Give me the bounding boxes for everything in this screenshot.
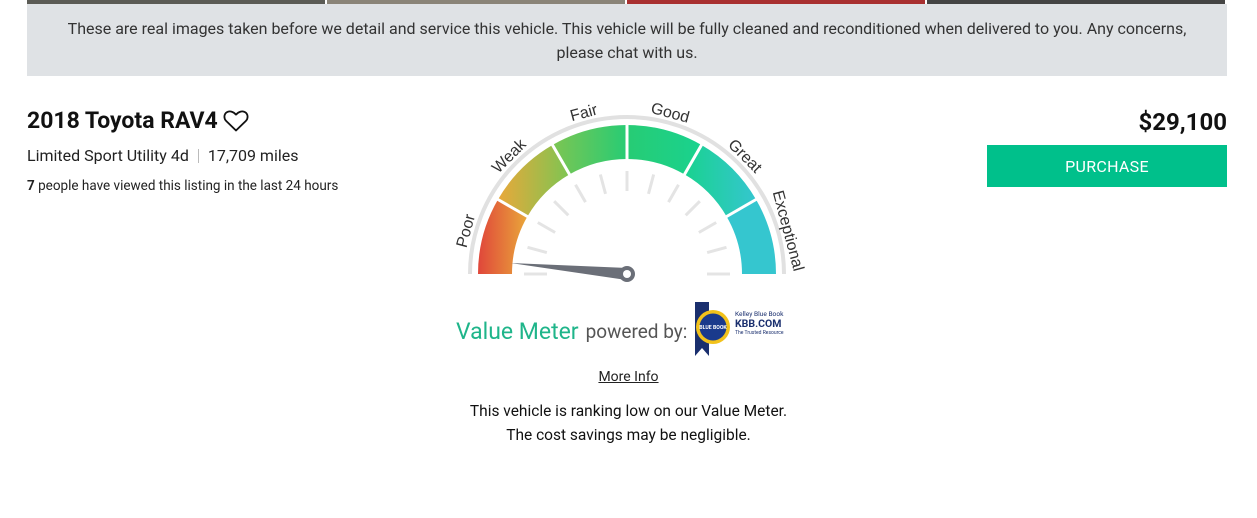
gauge-tick (527, 245, 548, 254)
vehicle-price: $29,100 (1138, 108, 1227, 136)
divider (197, 148, 199, 163)
gauge-needle-pin (623, 270, 631, 278)
vehicle-mileage: 17,709 miles (207, 146, 299, 165)
value-ranking-message: This vehicle is ranking low on our Value… (0, 399, 1257, 447)
powered-by-label: powered by: (585, 319, 688, 343)
ranking-line-1: This vehicle is ranking low on our Value… (469, 402, 788, 420)
views-count: 7 (27, 178, 35, 194)
vehicle-title: 2018 Toyota RAV4 (27, 107, 218, 134)
image-disclaimer-text: These are real images taken before we de… (67, 19, 1187, 62)
kbb-domain: KBB.COM (735, 317, 781, 330)
heart-outline-icon[interactable] (223, 109, 249, 132)
more-info-link[interactable]: More Info (598, 369, 658, 385)
gauge-tick (684, 200, 701, 217)
gauge-tick (698, 221, 717, 234)
gauge-needle (510, 262, 628, 280)
gauge-tick (574, 184, 587, 203)
gauge-tick (537, 221, 556, 234)
vehicle-title-row: 2018 Toyota RAV4 (27, 107, 249, 134)
gauge-tick (647, 174, 656, 195)
ranking-line-2: The cost savings may be negligible. (506, 426, 751, 444)
purchase-button[interactable]: PURCHASE (987, 145, 1227, 187)
gauge-tick (598, 174, 607, 195)
vehicle-subline: Limited Sport Utility 4d 17,709 miles (27, 146, 298, 165)
image-disclaimer-banner: These are real images taken before we de… (27, 4, 1227, 76)
value-meter-gauge: PoorWeakFair GoodGreatExceptional (454, 100, 807, 282)
gauge-tick (667, 184, 680, 203)
more-info-row: More Info (0, 366, 1257, 385)
value-meter-heading: Value Meter powered by: BLUE BOOK Kelley… (456, 300, 795, 362)
kbb-tagline: The Trusted Resource (735, 330, 784, 336)
gauge-tick (553, 200, 570, 217)
views-text: people have viewed this listing in the l… (34, 178, 339, 194)
listing-views: 7 people have viewed this listing in the… (27, 178, 338, 194)
vehicle-trim: Limited Sport Utility 4d (27, 146, 189, 165)
kbb-logo: BLUE BOOK Kelley Blue Book KBB.COM The T… (695, 302, 784, 356)
kbb-badge-text: BLUE BOOK (700, 325, 728, 331)
gauge-tick (706, 245, 727, 254)
value-meter-title: Value Meter (456, 317, 579, 345)
